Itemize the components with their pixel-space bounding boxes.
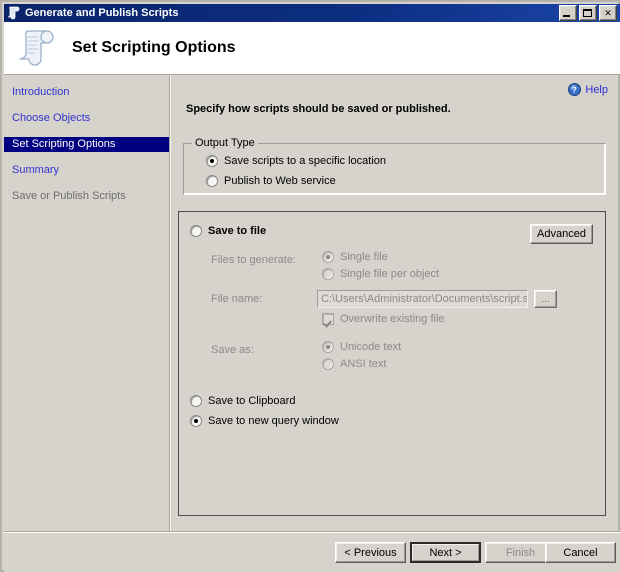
radio-label: ANSI text xyxy=(340,358,387,370)
radio-save-to-clipboard[interactable]: Save to Clipboard xyxy=(190,395,295,407)
radio-label: Unicode text xyxy=(340,341,402,353)
sidebar-item-set-scripting-options[interactable]: Set Scripting Options xyxy=(4,137,170,152)
radio-label: Save to Clipboard xyxy=(208,395,296,407)
radio-single-file-per-object: Single file per object xyxy=(322,268,439,280)
radio-label: Save to new query window xyxy=(208,415,339,427)
radio-save-to-new-query-window[interactable]: Save to new query window xyxy=(190,415,339,427)
advanced-button[interactable]: Advanced xyxy=(530,224,593,244)
wizard-dialog: Generate and Publish Scripts ✕ Set Scrip… xyxy=(0,0,620,572)
wizard-footer: < Previous Next > Finish Cancel xyxy=(4,533,620,572)
title-bar[interactable]: Generate and Publish Scripts ✕ xyxy=(4,4,620,22)
file-name-value: C:\Users\Administrator\Documents\script.… xyxy=(321,293,528,305)
wizard-sidebar: Introduction Choose Objects Set Scriptin… xyxy=(4,75,170,515)
radio-indicator[interactable] xyxy=(190,415,202,427)
checkbox-indicator xyxy=(322,313,334,325)
checkbox-label: Overwrite existing file xyxy=(340,313,445,325)
radio-indicator[interactable] xyxy=(190,225,202,237)
cancel-button-label: Cancel xyxy=(563,546,598,559)
radio-label: Single file per object xyxy=(340,268,440,280)
page-title: Set Scripting Options xyxy=(72,39,236,56)
radio-indicator[interactable] xyxy=(190,395,202,407)
radio-indicator xyxy=(322,268,334,280)
radio-indicator[interactable] xyxy=(206,175,218,187)
radio-publish-to-web-service[interactable]: Publish to Web service xyxy=(206,175,336,187)
output-type-groupbox: Output Type Save scripts to a specific l… xyxy=(183,137,606,195)
radio-save-to-specific-location[interactable]: Save scripts to a specific location xyxy=(206,155,386,167)
cancel-button[interactable]: Cancel xyxy=(545,542,616,563)
next-button[interactable]: Next > xyxy=(410,542,481,563)
sidebar-item-introduction[interactable]: Introduction xyxy=(4,85,170,100)
help-label: Help xyxy=(585,83,608,96)
save-options-panel: Save to file Advanced Files to generate:… xyxy=(178,211,606,516)
svg-text:?: ? xyxy=(572,86,577,95)
sidebar-item-choose-objects[interactable]: Choose Objects xyxy=(4,111,170,126)
next-button-label: Next > xyxy=(412,544,479,561)
sidebar-item-summary[interactable]: Summary xyxy=(4,163,170,178)
minimize-button[interactable] xyxy=(559,5,577,21)
maximize-button[interactable] xyxy=(579,5,597,21)
file-name-input: C:\Users\Administrator\Documents\script.… xyxy=(317,290,528,308)
radio-ansi-text: ANSI text xyxy=(322,358,386,370)
radio-save-to-file[interactable]: Save to file xyxy=(190,225,266,237)
radio-single-file: Single file xyxy=(322,251,388,263)
close-button[interactable]: ✕ xyxy=(599,5,617,21)
radio-indicator xyxy=(322,341,334,353)
output-type-legend: Output Type xyxy=(192,137,258,149)
sidebar-item-save-or-publish-scripts: Save or Publish Scripts xyxy=(12,190,126,202)
script-scroll-icon xyxy=(7,6,21,20)
radio-indicator xyxy=(322,358,334,370)
finish-button-label: Finish xyxy=(505,546,536,559)
save-as-label: Save as: xyxy=(211,344,254,356)
files-to-generate-label: Files to generate: xyxy=(211,254,296,266)
radio-label: Save scripts to a specific location xyxy=(224,155,387,167)
checkbox-overwrite-existing-file: Overwrite existing file xyxy=(322,313,445,325)
help-circle-icon: ? xyxy=(568,83,582,96)
wizard-header: Set Scripting Options xyxy=(4,22,620,74)
script-scroll-icon xyxy=(14,26,58,70)
instruction-text: Specify how scripts should be saved or p… xyxy=(186,103,451,115)
window-controls: ✕ xyxy=(559,5,617,21)
file-name-label: File name: xyxy=(211,293,263,305)
help-link[interactable]: ? Help xyxy=(568,83,608,96)
radio-label: Single file xyxy=(340,251,388,263)
radio-label: Publish to Web service xyxy=(224,175,336,187)
previous-button-label: < Previous xyxy=(344,546,397,559)
radio-unicode-text: Unicode text xyxy=(322,341,401,353)
radio-indicator xyxy=(322,251,334,263)
radio-indicator[interactable] xyxy=(206,155,218,167)
wizard-content: ? Help Specify how scripts should be sav… xyxy=(171,75,618,534)
radio-label: Save to file xyxy=(208,225,267,237)
window-title: Generate and Publish Scripts xyxy=(25,7,179,19)
previous-button[interactable]: < Previous xyxy=(335,542,406,563)
browse-button: ... xyxy=(534,290,557,308)
